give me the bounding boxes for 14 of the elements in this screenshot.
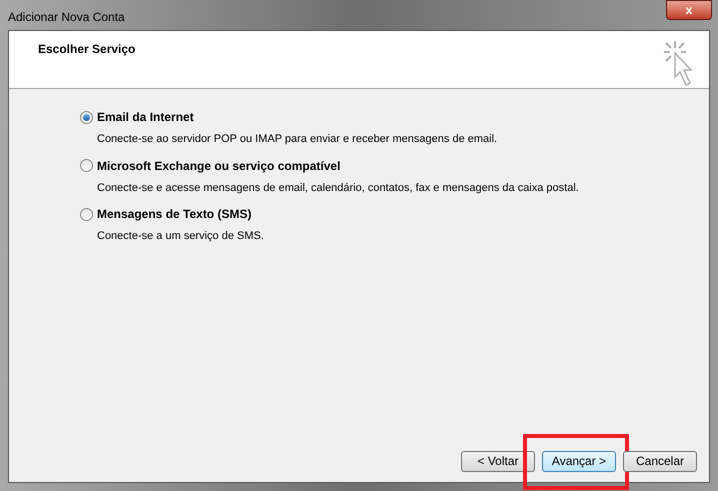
option-label: Mensagens de Texto (SMS) [97,206,252,223]
option-description: Conecte-se ao servidor POP ou IMAP para enviar e receber mensagens de email. [96,132,498,147]
option-description: Conecte-se e acesse mensagens de email, calendário, contatos, fax e mensagens da caixa postal. [96,180,580,196]
wizard-button[interactable]: Cancelar [623,450,697,472]
radio-button[interactable] [80,110,93,124]
window-title: Adicionar Nova Conta [8,9,125,26]
radio-button[interactable] [80,208,93,220]
wizard-button[interactable]: < Voltar [461,450,535,472]
option-description: Conecte-se a um serviço de SMS. [96,229,265,244]
option-label: Microsoft Exchange ou serviço compatível [97,158,340,174]
radio-button[interactable] [80,159,93,172]
option-label: Email da Internet [97,109,194,126]
page-heading: Escolher Serviço [38,41,136,58]
wizard-button[interactable]: Avançar > [542,450,616,472]
